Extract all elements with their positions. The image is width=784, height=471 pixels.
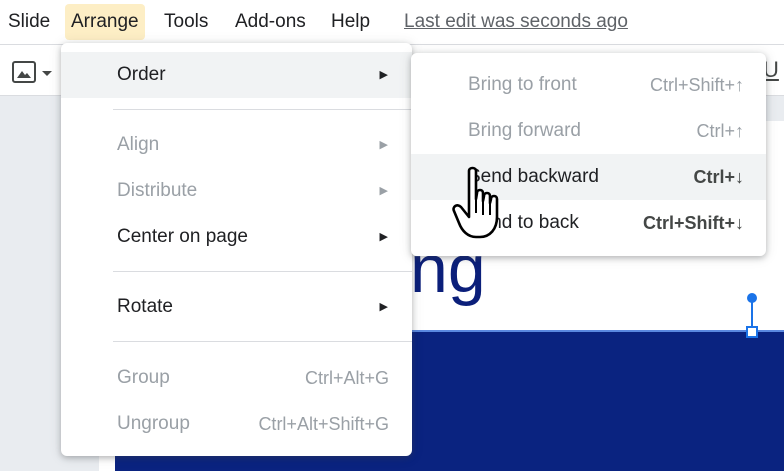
dropdown-caret-icon[interactable] — [42, 71, 52, 76]
submenu-arrow-icon: ▶ — [379, 185, 388, 197]
menu-item-order[interactable]: Order ▶ — [61, 52, 412, 98]
menu-bar: Slide Arrange Tools Add-ons Help Last ed… — [0, 0, 784, 44]
menu-item-shortcut: Ctrl+Alt+Shift+G — [258, 414, 389, 434]
menu-item-label: Align — [117, 134, 160, 155]
rotation-handle-line — [751, 301, 753, 329]
menu-add-ons[interactable]: Add-ons — [229, 4, 312, 40]
menu-item-shortcut: Ctrl+Shift+↑ — [649, 75, 744, 95]
menu-item-bring-forward[interactable]: Bring forward Ctrl+↑ — [411, 108, 766, 154]
menu-divider — [113, 341, 412, 342]
submenu-arrow-icon: ▶ — [379, 301, 388, 313]
menu-slide[interactable]: Slide — [2, 4, 56, 40]
menu-item-bring-to-front[interactable]: Bring to front Ctrl+Shift+↑ — [411, 62, 766, 108]
menu-item-align[interactable]: Align ▶ — [61, 122, 412, 168]
menu-item-label: Group — [117, 367, 170, 388]
insert-image-icon[interactable] — [12, 61, 36, 83]
submenu-arrow-icon: ▶ — [379, 69, 388, 81]
menu-arrange[interactable]: Arrange — [65, 4, 145, 40]
rotation-handle[interactable] — [747, 293, 757, 303]
arrange-menu: Order ▶ Align ▶ Distribute ▶ Center on p… — [61, 43, 412, 456]
menu-item-label: Center on page — [117, 226, 248, 247]
menu-item-shortcut: Ctrl+Shift+↓ — [642, 213, 744, 233]
menu-item-shortcut: Ctrl+Alt+G — [304, 368, 389, 388]
menu-item-shortcut: Ctrl+↑ — [696, 121, 744, 141]
menu-divider — [113, 109, 412, 110]
menu-help[interactable]: Help — [325, 4, 376, 40]
last-edit-link[interactable]: Last edit was seconds ago — [404, 4, 628, 40]
menu-item-label: Ungroup — [117, 413, 190, 434]
menu-divider — [113, 271, 412, 272]
menu-item-rotate[interactable]: Rotate ▶ — [61, 284, 412, 330]
menu-item-label: Order — [117, 64, 166, 85]
menu-item-label: Bring forward — [468, 120, 581, 141]
submenu-arrow-icon: ▶ — [379, 139, 388, 151]
menu-item-distribute[interactable]: Distribute ▶ — [61, 168, 412, 214]
menu-item-label: Rotate — [117, 296, 173, 317]
hand-pointer-cursor-icon — [452, 166, 499, 239]
menu-item-group[interactable]: Group Ctrl+Alt+G — [61, 355, 412, 401]
menu-item-center-on-page[interactable]: Center on page ▶ — [61, 214, 412, 260]
resize-handle[interactable] — [746, 326, 758, 338]
submenu-arrow-icon: ▶ — [379, 231, 388, 243]
menu-item-label: Distribute — [117, 180, 198, 201]
menu-item-shortcut: Ctrl+↓ — [693, 167, 744, 187]
menu-item-ungroup[interactable]: Ungroup Ctrl+Alt+Shift+G — [61, 401, 412, 447]
menu-item-label: Bring to front — [468, 74, 577, 95]
menu-tools[interactable]: Tools — [158, 4, 214, 40]
